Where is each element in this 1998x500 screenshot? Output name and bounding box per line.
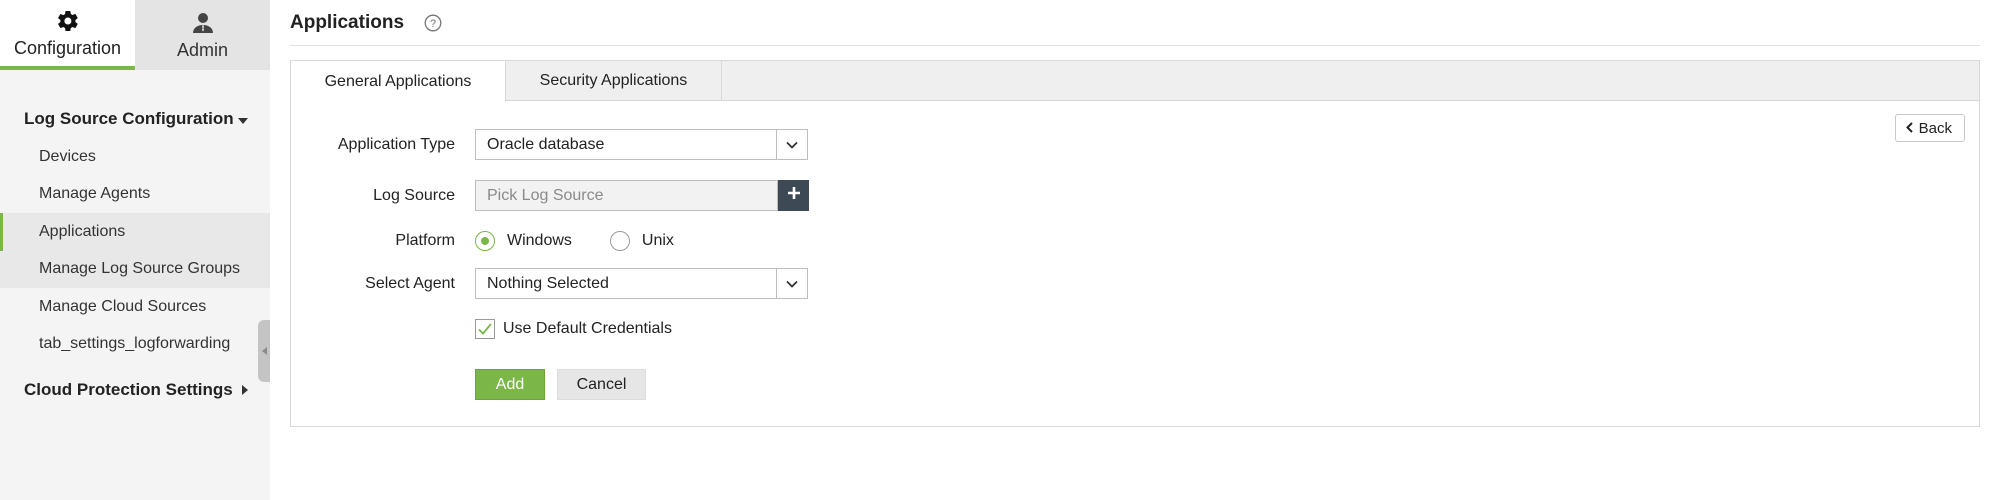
tab-bar: General Applications Security Applicatio… [291,61,1979,102]
tab-admin-label: Admin [176,39,229,60]
user-icon [190,10,216,36]
log-source-label: Log Source [373,186,455,204]
page-title: Applications [290,11,405,33]
platform-radio-windows[interactable]: Windows [475,230,572,251]
row-form-actions: Add Cancel [291,369,1979,400]
row-log-source: Log Source [291,180,1979,211]
add-button[interactable]: Add [475,369,545,400]
row-use-default-credentials: Use Default Credentials [291,313,1979,344]
tab-configuration-label: Configuration [13,37,122,58]
tab-label: Security Applications [539,72,688,89]
question-circle-icon[interactable]: ? [424,14,442,32]
svg-text:?: ? [430,18,436,30]
radio-label: Unix [641,231,674,249]
application-type-select[interactable]: Oracle database [475,129,808,160]
use-default-credentials-checkbox[interactable]: Use Default Credentials [475,318,672,339]
form-actions: Add Cancel [475,369,646,400]
application-type-value: Oracle database [487,135,605,153]
caret-right-icon [242,380,248,400]
tab-admin[interactable]: Admin [135,0,270,70]
sidebar-group-cloud-protection-settings[interactable]: Cloud Protection Settings [0,371,270,409]
sidebar-item-log-forwarding[interactable]: tab_settings_logforwarding [0,326,270,364]
tab-security-applications[interactable]: Security Applications [506,61,722,101]
checkmark-icon [475,318,495,339]
top-tabs: Configuration Admin [0,0,270,70]
tab-configuration[interactable]: Configuration [0,0,135,70]
sidebar-nav: Log Source Configuration Devices Manage … [0,70,270,409]
radio-label: Windows [507,231,572,249]
platform-radio-group: Windows Unix [475,230,712,251]
row-application-type: Application Type Oracle database [291,129,1979,160]
cancel-button[interactable]: Cancel [557,369,646,400]
sidebar-item-manage-cloud-sources[interactable]: Manage Cloud Sources [0,288,270,326]
log-source-input[interactable] [475,180,778,211]
application-type-label: Application Type [337,135,455,153]
use-default-credentials-label: Use Default Credentials [503,319,672,337]
page-header: Applications ? [290,0,1980,46]
sidebar-collapse-handle[interactable] [258,320,270,382]
sidebar-item-label: Manage Agents [39,185,151,203]
collapse-arrow-icon [261,342,267,360]
sidebar-group-log-source-configuration[interactable]: Log Source Configuration [0,100,270,138]
sidebar-item-label: Manage Log Source Groups [39,260,241,278]
sidebar-item-label: Devices [39,147,96,165]
row-select-agent: Select Agent Nothing Selected [291,268,1979,299]
sidebar-item-devices[interactable]: Devices [0,138,270,176]
platform-label: Platform [395,231,455,249]
chevron-down-icon [776,130,807,159]
main-content: Applications ? General Applications Secu… [290,0,1980,427]
platform-radio-unix[interactable]: Unix [609,230,674,251]
applications-panel: General Applications Security Applicatio… [290,60,1980,427]
sidebar-item-label: tab_settings_logforwarding [39,335,231,353]
sidebar: Configuration Admin Log Source Configura… [0,0,270,500]
sidebar-group-label: Cloud Protection Settings [24,380,233,399]
radio-selected-icon [475,230,495,251]
chevron-down-icon [776,269,807,298]
caret-down-icon [238,109,248,129]
plus-icon [787,186,801,205]
select-agent-label: Select Agent [365,274,455,292]
gear-icon [55,8,81,34]
tab-general-applications[interactable]: General Applications [291,61,506,102]
tab-label: General Applications [324,72,472,90]
add-log-source-button[interactable] [778,180,809,211]
sidebar-item-manage-agents[interactable]: Manage Agents [0,176,270,214]
sidebar-item-applications[interactable]: Applications [0,213,270,251]
radio-unselected-icon [609,230,630,251]
sidebar-item-label: Applications [39,222,126,240]
sidebar-item-manage-log-source-groups[interactable]: Manage Log Source Groups [0,250,270,288]
sidebar-group-label: Log Source Configuration [24,109,234,128]
select-agent-value: Nothing Selected [487,274,609,292]
log-source-control [475,180,809,211]
select-agent-select[interactable]: Nothing Selected [475,268,808,299]
sidebar-item-label: Manage Cloud Sources [39,297,207,315]
row-platform: Platform Windows Unix [291,225,1979,256]
